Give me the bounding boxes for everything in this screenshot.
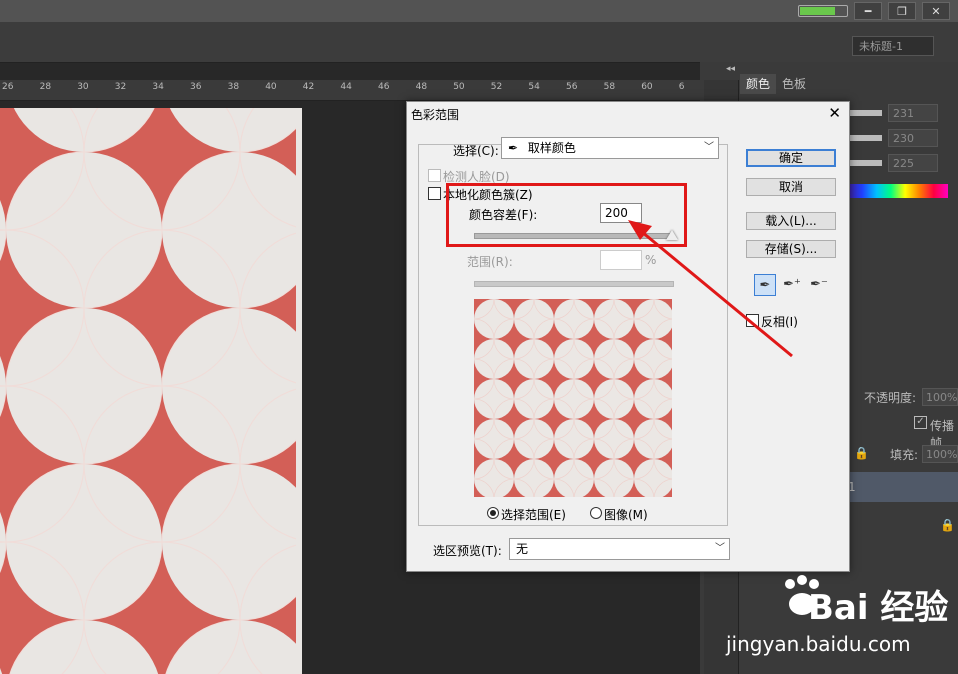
selection-preview-dropdown[interactable]: 无 ﹀ xyxy=(509,538,730,560)
eyedropper-add-icon[interactable]: ✒⁺ xyxy=(781,274,803,296)
selection-preview-label: 选区预览(T): xyxy=(433,544,502,558)
layer-lock-icon: 🔒 xyxy=(940,518,955,532)
ruler-tick-label: 56 xyxy=(566,82,578,92)
ruler-tick-label: 46 xyxy=(378,82,390,92)
ruler-tick-label: 36 xyxy=(190,82,202,92)
dialog-title: 色彩范围 xyxy=(411,108,460,122)
radio-selection-label: 选择范围(E) xyxy=(501,508,566,522)
lock-icon[interactable]: 🔒 xyxy=(854,446,869,460)
watermark-brand: Bai 经验 xyxy=(808,588,949,628)
ruler-tick-label: 54 xyxy=(528,82,540,92)
ruler-tick-label: 26 xyxy=(2,82,14,92)
ruler-tick-label: 42 xyxy=(302,82,315,92)
radio-image-label: 图像(M) xyxy=(604,508,648,522)
close-icon[interactable]: ✕ xyxy=(828,104,841,122)
horizontal-ruler: 26 28 30 32 34 36 38 40 42 44 46 48 50 52 54 56 58 60 6 xyxy=(0,80,700,101)
baidu-watermark: Bai 经验 jingyan.baidu.com xyxy=(720,570,950,670)
ruler-tick-label: 28 xyxy=(39,82,52,92)
ruler-tick-label: 60 xyxy=(641,82,653,92)
color-slider-3[interactable]: 225 xyxy=(848,154,958,174)
watermark-url: jingyan.baidu.com xyxy=(726,632,911,656)
range-label: 范围(R): xyxy=(467,255,513,269)
localized-clusters-checkbox[interactable] xyxy=(428,187,441,200)
eyedropper-icon: ✒ xyxy=(508,141,519,155)
invert-label: 反相(I) xyxy=(761,315,798,329)
invert-checkbox[interactable] xyxy=(746,314,759,327)
options-bar xyxy=(0,22,958,63)
restore-button[interactable]: ❐ xyxy=(888,2,916,20)
ruler-tick-label: 6 xyxy=(678,82,685,92)
ruler-tick-label: 48 xyxy=(415,82,428,92)
chevron-down-icon: ﹀ xyxy=(704,142,714,153)
load-button[interactable]: 载入(L)... xyxy=(746,212,836,230)
color-value-1[interactable]: 231 xyxy=(888,104,938,122)
color-range-dialog: 色彩范围 ✕ 选择(C): ✒ 取样颜色 ﹀ 检测人脸(D) 本地化颜色簇(Z)… xyxy=(406,101,850,572)
layer-row[interactable] xyxy=(848,472,958,502)
color-value-3[interactable]: 225 xyxy=(888,154,938,172)
ruler-tick-label: 50 xyxy=(453,82,465,92)
select-dropdown[interactable]: ✒ 取样颜色 ﹀ xyxy=(501,137,719,159)
eyedropper-icon[interactable]: ✒ xyxy=(754,274,776,296)
ruler-tick-label: 58 xyxy=(603,82,616,92)
ruler-tick-label: 32 xyxy=(114,82,127,92)
radio-selection[interactable] xyxy=(487,507,499,519)
ruler-tick-label: 30 xyxy=(77,82,89,92)
document-tab[interactable]: 未标题-1 xyxy=(852,36,934,56)
ruler-tick-label: 40 xyxy=(265,82,277,92)
annotation-highlight-box xyxy=(446,183,687,247)
ruler-tick-label: 34 xyxy=(152,82,164,92)
selection-preview-value: 无 xyxy=(516,542,529,556)
collapse-icon[interactable]: ◂◂ xyxy=(726,64,735,74)
color-slider-1[interactable]: 231 xyxy=(848,104,958,124)
fill-label: 填充: xyxy=(890,448,919,462)
window-controls: ━ ❐ ✕ xyxy=(798,0,958,22)
color-slider-2[interactable]: 230 xyxy=(848,129,958,149)
minimize-button[interactable]: ━ xyxy=(854,2,882,20)
tab-color[interactable]: 颜色 xyxy=(740,74,777,94)
ok-button[interactable]: 确定 xyxy=(746,149,836,167)
radio-image[interactable] xyxy=(590,507,602,519)
detect-faces-checkbox[interactable] xyxy=(428,169,441,182)
save-button[interactable]: 存储(S)... xyxy=(746,240,836,258)
selection-preview-image xyxy=(474,299,672,497)
chevron-down-icon: ﹀ xyxy=(715,543,725,554)
ruler-tick-label: 38 xyxy=(227,82,240,92)
fill-field[interactable]: 100% xyxy=(922,445,958,463)
document-canvas[interactable] xyxy=(0,108,302,674)
opacity-label: 不透明度: xyxy=(864,391,917,405)
color-spectrum[interactable] xyxy=(848,184,948,198)
color-value-2[interactable]: 230 xyxy=(888,129,938,147)
spread-frames-checkbox[interactable]: ✓ xyxy=(914,416,927,429)
cancel-button[interactable]: 取消 xyxy=(746,178,836,196)
ruler-tick-label: 52 xyxy=(490,82,503,92)
ruler-tick-label: 44 xyxy=(340,82,352,92)
select-value: 取样颜色 xyxy=(527,141,576,155)
battery-indicator xyxy=(798,5,848,17)
range-slider[interactable] xyxy=(474,281,674,287)
tab-swatches[interactable]: 色板 xyxy=(776,74,813,94)
opacity-field[interactable]: 100% xyxy=(922,388,958,406)
range-input[interactable] xyxy=(600,250,642,270)
close-window-button[interactable]: ✕ xyxy=(922,2,950,20)
select-label: 选择(C): xyxy=(453,144,499,158)
panel-tabs: 颜色 色板 xyxy=(740,74,813,94)
range-unit: % xyxy=(645,253,657,267)
eyedropper-subtract-icon[interactable]: ✒⁻ xyxy=(808,274,830,296)
